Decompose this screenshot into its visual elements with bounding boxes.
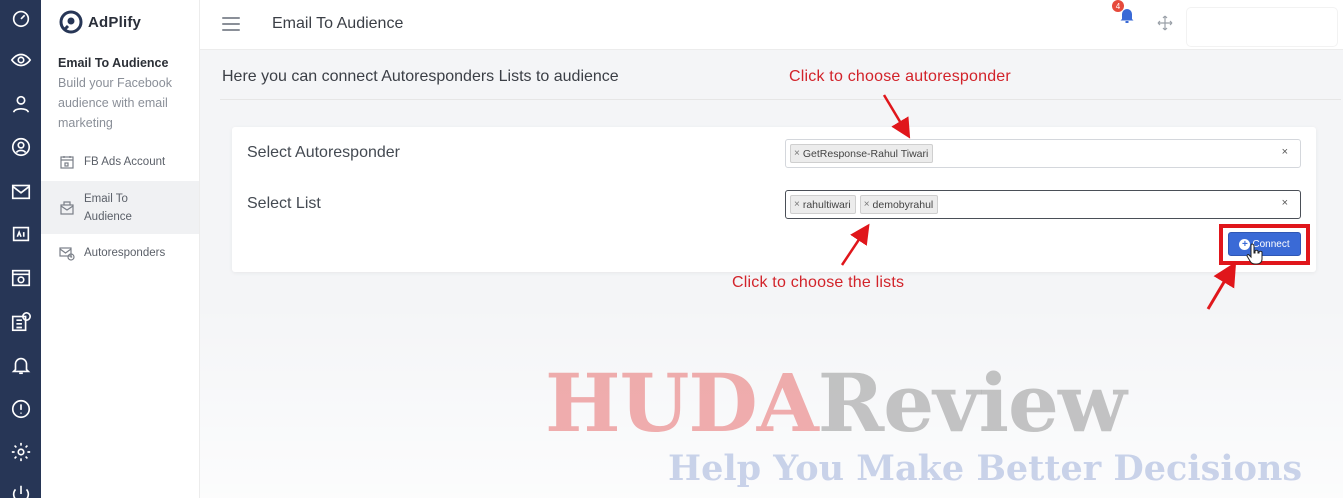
autoresponder-icon <box>59 247 75 261</box>
watermark-part2: Review <box>817 356 1127 450</box>
select-list-label: Select List <box>247 195 321 212</box>
list-chip[interactable]: × rahultiwari <box>790 195 856 214</box>
list-select[interactable]: × rahultiwari × demobyrahul × <box>785 190 1301 219</box>
remove-chip-icon[interactable]: × <box>794 148 800 159</box>
annotation-choose-autoresponder: Click to choose autoresponder <box>789 68 1011 85</box>
bell-icon[interactable] <box>0 351 41 379</box>
mail-icon <box>60 200 74 215</box>
autoresponder-select[interactable]: × GetResponse-Rahul Tiwari × <box>785 139 1301 168</box>
window-icon[interactable] <box>0 264 41 292</box>
sidebar-item-label: FB Ads Account <box>84 156 166 168</box>
facebook-grid-icon[interactable] <box>0 308 41 336</box>
ad-icon[interactable] <box>0 220 41 248</box>
sidebar-item-fb-ads-account[interactable]: FB Ads Account <box>41 152 199 172</box>
autoresponder-chip[interactable]: × GetResponse-Rahul Tiwari <box>790 144 934 163</box>
chip-label: GetResponse-Rahul Tiwari <box>802 147 929 160</box>
logo[interactable]: AdPlify <box>59 10 141 34</box>
annotation-choose-lists: Click to choose the lists <box>732 274 905 291</box>
arrow-to-autoresponder <box>882 94 911 139</box>
remove-chip-icon[interactable]: × <box>794 199 800 210</box>
select-autoresponder-label: Select Autoresponder <box>247 144 400 161</box>
mail-icon[interactable] <box>0 177 41 205</box>
sidebar-item-email-to-audience[interactable]: Email To Audience <box>41 181 199 234</box>
clear-selection-icon[interactable]: × <box>1282 197 1288 209</box>
remove-chip-icon[interactable]: × <box>864 199 870 210</box>
sidebar-item-label: Email To Audience <box>84 192 132 223</box>
watermark-tagline: Help You Make Better Decisions <box>668 448 1303 489</box>
app-name: AdPlify <box>88 13 142 31</box>
notification-badge: 4 <box>1112 0 1124 12</box>
sidebar-description: Build your Facebook audience with email … <box>58 76 172 130</box>
clear-selection-icon[interactable]: × <box>1282 146 1288 158</box>
settings-icon[interactable] <box>0 438 41 466</box>
hand-cursor-icon <box>1246 243 1263 265</box>
info-icon[interactable] <box>0 395 41 423</box>
eye-icon[interactable] <box>0 46 41 74</box>
icon-rail <box>0 0 41 498</box>
sidebar-header: Email To Audience Build your Facebook au… <box>58 56 194 133</box>
sidebar: AdPlify Email To Audience Build your Fac… <box>41 0 200 498</box>
topbar: Email To Audience 4 <box>200 0 1343 50</box>
adplify-logo-icon <box>59 10 83 34</box>
calendar-icon <box>60 156 74 169</box>
divider <box>220 99 1341 100</box>
dashboard-icon[interactable] <box>0 4 41 32</box>
menu-toggle-icon[interactable] <box>222 17 240 31</box>
list-chip[interactable]: × demobyrahul <box>859 195 939 214</box>
move-icon[interactable] <box>1157 15 1173 31</box>
page-title: Email To Audience <box>272 15 404 32</box>
sidebar-title: Email To Audience <box>58 56 169 70</box>
sidebar-item-autoresponders[interactable]: Autoresponders <box>41 243 199 263</box>
user-profile-area[interactable] <box>1187 8 1337 46</box>
chip-label: demobyrahul <box>872 198 934 211</box>
watermark-part1: HUDA <box>545 356 819 450</box>
sidebar-item-label: Autoresponders <box>84 247 166 259</box>
support-icon[interactable] <box>0 133 41 161</box>
page-headline: Here you can connect Autoresponders List… <box>222 68 619 85</box>
user-icon[interactable] <box>0 90 41 118</box>
chip-label: rahultiwari <box>802 198 851 211</box>
power-icon[interactable] <box>0 480 41 498</box>
connect-highlight-box <box>1219 224 1310 265</box>
watermark-logo: HUDAReview <box>545 356 1127 450</box>
